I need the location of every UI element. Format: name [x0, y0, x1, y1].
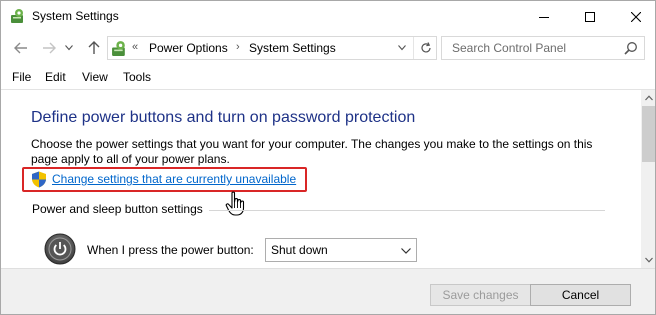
up-button[interactable] [84, 38, 104, 58]
scroll-up-button[interactable] [641, 90, 655, 106]
arrow-right-icon [43, 42, 56, 54]
power-button-action-select[interactable]: Shut down [265, 238, 417, 262]
chevron-down-icon [65, 45, 73, 51]
power-button-label: When I press the power button: [87, 243, 254, 257]
menu-edit[interactable]: Edit [45, 70, 66, 84]
breadcrumb-separator[interactable]: › [236, 41, 240, 53]
search-box[interactable]: Search Control Panel [441, 36, 645, 60]
close-icon [631, 11, 641, 22]
menu-tools[interactable]: Tools [123, 70, 151, 84]
page-title: Define power buttons and turn on passwor… [31, 109, 416, 126]
minimize-button[interactable] [521, 1, 567, 32]
chevron-up-icon [645, 95, 653, 101]
page-description: Choose the power settings that you want … [31, 137, 593, 166]
back-button[interactable] [11, 38, 31, 58]
footer-bar: Save changes Cancel [1, 268, 655, 314]
save-changes-button[interactable]: Save changes [430, 284, 531, 306]
section-divider [209, 210, 605, 211]
highlight-annotation [22, 167, 307, 192]
navigation-bar: « Power Options › System Settings Search… [1, 34, 655, 62]
chevron-down-icon[interactable] [400, 245, 412, 255]
scroll-thumb[interactable] [642, 106, 655, 162]
arrow-left-icon [14, 42, 27, 54]
minimize-icon [539, 16, 549, 18]
refresh-icon [420, 42, 431, 53]
search-icon[interactable] [624, 41, 638, 55]
system-settings-window: System Settings « Power Options › System… [0, 0, 656, 315]
maximize-button[interactable] [567, 1, 613, 32]
chevron-down-icon [645, 257, 653, 263]
cancel-button[interactable]: Cancel [530, 284, 631, 306]
maximize-icon [585, 11, 595, 22]
control-panel-icon [111, 40, 128, 57]
breadcrumb-overflow[interactable]: « [132, 41, 138, 53]
power-button-icon [44, 233, 76, 265]
breadcrumb-power-options[interactable]: Power Options [149, 41, 228, 55]
address-dropdown-button[interactable] [395, 41, 409, 55]
scroll-down-button[interactable] [641, 252, 655, 268]
vertical-scrollbar[interactable] [641, 90, 655, 268]
chevron-down-icon [398, 45, 406, 51]
power-button-action-value[interactable]: Shut down [271, 243, 328, 257]
menu-bar: File Edit View Tools [1, 67, 655, 87]
window-title: System Settings [32, 9, 119, 23]
hand-pointer-cursor-icon [225, 191, 247, 217]
section-heading-power-sleep: Power and sleep button settings [32, 202, 203, 216]
menu-view[interactable]: View [82, 70, 108, 84]
search-placeholder[interactable]: Search Control Panel [452, 41, 566, 55]
forward-button[interactable] [39, 38, 59, 58]
breadcrumb-system-settings[interactable]: System Settings [249, 41, 336, 55]
arrow-up-icon [88, 41, 100, 54]
title-bar[interactable]: System Settings [1, 1, 655, 32]
refresh-button[interactable] [413, 37, 437, 59]
address-bar[interactable]: « Power Options › System Settings [107, 36, 437, 60]
recent-locations-button[interactable] [63, 38, 75, 58]
control-panel-app-icon [10, 8, 26, 24]
menu-file[interactable]: File [12, 70, 31, 84]
close-button[interactable] [613, 1, 655, 32]
content-pane: Define power buttons and turn on passwor… [1, 90, 641, 268]
